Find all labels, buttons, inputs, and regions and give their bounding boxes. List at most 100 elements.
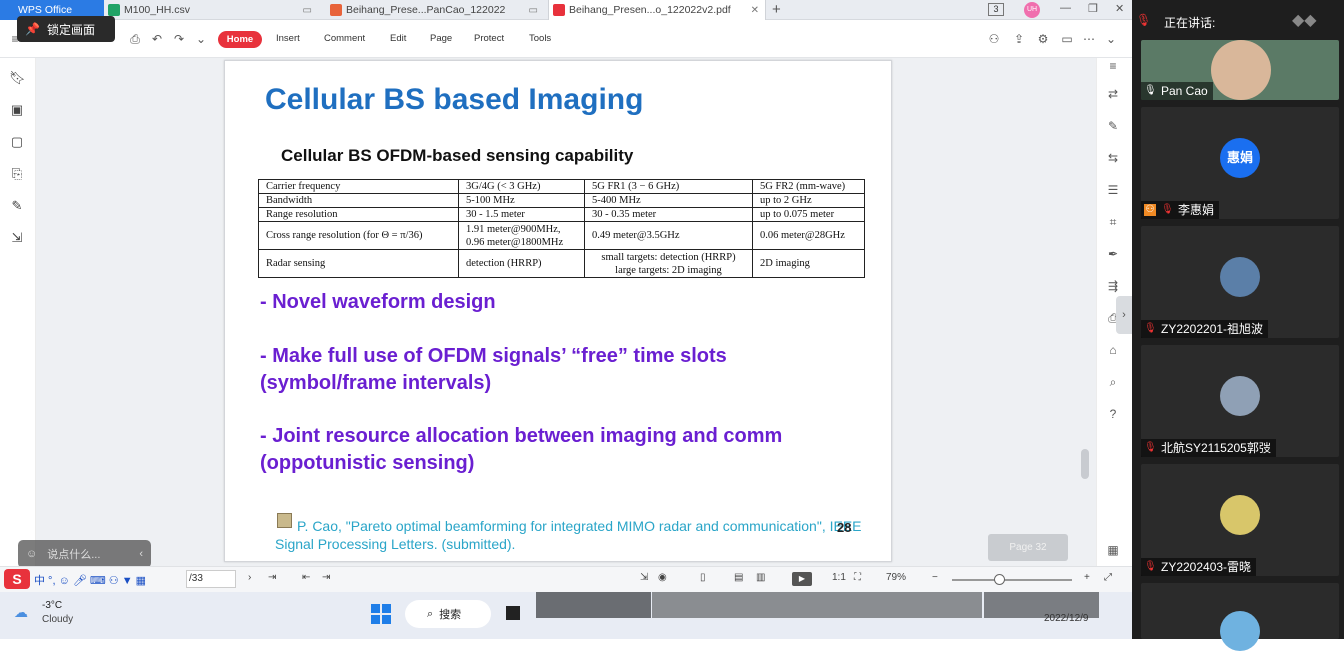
avatar: [1220, 495, 1260, 535]
undo-icon[interactable]: ↶: [150, 32, 164, 46]
bookmark-icon[interactable]: 🔖︎: [9, 70, 26, 86]
participant-tile[interactable]: 🎙︎ ZY2202201-祖旭波: [1141, 226, 1339, 338]
zoom-slider-thumb[interactable]: [994, 574, 1005, 585]
crop-icon[interactable]: ⌗: [1105, 214, 1121, 230]
windows-start-icon[interactable]: [371, 604, 391, 624]
sogou-ime-icon[interactable]: S: [4, 569, 30, 589]
collapse-ribbon-icon[interactable]: ⌄: [1104, 32, 1118, 46]
redo-icon[interactable]: ↷: [172, 32, 186, 46]
signature-icon[interactable]: ✎: [9, 198, 25, 214]
table-cell: 30 - 1.5 meter: [458, 207, 585, 222]
comment-icon[interactable]: ▭: [1060, 32, 1074, 46]
slide-subtitle: Cellular BS OFDM-based sensing capabilit…: [281, 146, 634, 165]
zoom-slider[interactable]: [952, 579, 1072, 581]
thumbnail-icon[interactable]: ▣: [9, 102, 25, 118]
edit-icon[interactable]: ✎: [1105, 118, 1121, 134]
table-row: Bandwidth 5-100 MHz 5-400 MHz up to 2 GH…: [258, 193, 865, 208]
convert-icon[interactable]: ⇆: [1105, 150, 1121, 166]
user-avatar[interactable]: UH: [1024, 2, 1040, 18]
tab-csv[interactable]: M100_HH.csv ▭: [104, 0, 318, 20]
participant-tile[interactable]: 🎙︎ 北航SY2115205郭弢: [1141, 345, 1339, 457]
mic-muted-icon: 🎙︎: [1144, 561, 1157, 572]
capability-table: Carrier frequency 3G/4G (< 3 GHz) 5G FR1…: [258, 179, 865, 278]
close-icon[interactable]: ✕: [751, 5, 759, 16]
table-cell: 1.91 meter@900MHz, 0.96 meter@1800MHz: [458, 221, 585, 250]
help-icon[interactable]: ?: [1105, 406, 1121, 422]
compare-icon[interactable]: ⇶: [1105, 278, 1121, 294]
mic-icon: 🎙︎: [1144, 85, 1157, 96]
search-icon[interactable]: ⌕: [1105, 374, 1121, 390]
chevron-right-icon[interactable]: ›: [1116, 296, 1132, 334]
annotation-icon[interactable]: ▢: [9, 134, 25, 150]
menu-icon[interactable]: ≡: [1105, 58, 1121, 74]
minimize-button[interactable]: —: [1060, 2, 1071, 14]
settings-icon[interactable]: ⚙: [1036, 32, 1050, 46]
next-page-icon[interactable]: ›: [248, 572, 251, 583]
add-user-icon[interactable]: ⚇: [987, 32, 1001, 46]
tab-pdf[interactable]: Beihang_Presen...o_122022v2.pdf ✕: [548, 0, 766, 20]
window-count-badge[interactable]: 3: [988, 3, 1004, 16]
emoji-icon[interactable]: ☺: [26, 548, 37, 560]
eye-icon[interactable]: ◉: [658, 572, 667, 583]
restore-button[interactable]: ❐: [1088, 2, 1098, 15]
vertical-scrollbar[interactable]: [1081, 449, 1089, 479]
app-blur: [652, 592, 982, 618]
two-page-icon[interactable]: ▥: [756, 572, 765, 583]
taskbar-search[interactable]: ⌕ 搜索: [405, 600, 491, 628]
tab-page[interactable]: Page: [430, 33, 452, 44]
print-icon[interactable]: ⎙: [128, 32, 142, 46]
single-page-icon[interactable]: ▯: [700, 572, 706, 583]
tab-presentation[interactable]: Beihang_Prese...PanCao_122022 ▭: [326, 0, 544, 20]
zoom-in-icon[interactable]: +: [1084, 572, 1090, 583]
grid-view-icon[interactable]: ◆◆: [1292, 10, 1317, 30]
tab-home[interactable]: Home: [218, 31, 262, 48]
mic-muted-icon[interactable]: 🎙︎: [1136, 13, 1151, 27]
last-page-icon[interactable]: ⇥: [268, 572, 276, 583]
next-section-icon[interactable]: ⇥: [322, 572, 330, 583]
participant-tile[interactable]: [1141, 583, 1339, 651]
ime-toolbar[interactable]: 中 °, ☺ 🎤︎ ⌨ ⚇ ▼ ▦: [34, 572, 146, 588]
export-icon[interactable]: ⇲: [640, 572, 648, 583]
share-icon[interactable]: ⇪: [1012, 32, 1026, 46]
pdf-to-word-icon[interactable]: ⇄: [1105, 86, 1121, 102]
chevron-left-icon[interactable]: ‹: [139, 548, 143, 560]
app-icon[interactable]: [506, 606, 520, 620]
participant-tile[interactable]: 🎙︎ ZY2202403-雷晓: [1141, 464, 1339, 576]
more-icon[interactable]: ⋯: [1082, 32, 1096, 46]
stamp-icon[interactable]: ✒: [1105, 246, 1121, 262]
zoom-out-icon[interactable]: −: [932, 572, 938, 583]
table-cell: small targets: detection (HRRP) large ta…: [584, 249, 753, 278]
chat-input[interactable]: ☺ 说点什么... ‹: [18, 540, 151, 568]
tab-edit[interactable]: Edit: [390, 33, 406, 44]
attachment-icon[interactable]: ⎘: [9, 166, 25, 182]
page-total-field[interactable]: /33: [186, 570, 236, 588]
continuous-icon[interactable]: ▤: [734, 572, 743, 583]
export-icon[interactable]: ⇲: [9, 230, 25, 246]
tab-comment[interactable]: Comment: [324, 33, 365, 44]
form-icon[interactable]: ☰: [1105, 182, 1121, 198]
zoom-level[interactable]: 79%: [876, 572, 916, 583]
close-window-button[interactable]: ✕: [1115, 2, 1124, 15]
actual-size-icon[interactable]: 1:1: [832, 572, 846, 583]
tab-insert[interactable]: Insert: [276, 33, 300, 44]
apps-icon[interactable]: ▦: [1105, 542, 1121, 558]
fit-page-icon[interactable]: ⛶: [854, 572, 861, 583]
play-icon[interactable]: ▶: [792, 572, 812, 586]
pdf-icon: [553, 4, 565, 16]
monitor-icon: ▭: [528, 4, 538, 16]
lock-screen-button[interactable]: 📌 锁定画面: [17, 16, 115, 42]
participant-tile[interactable]: 惠娟 ⚇ 🎙︎ 李惠娟: [1141, 107, 1339, 219]
chevron-down-icon[interactable]: ⌄: [194, 32, 208, 46]
prev-section-icon[interactable]: ⇤: [302, 572, 310, 583]
translate-icon[interactable]: ⌂: [1105, 342, 1121, 358]
tab-tools[interactable]: Tools: [529, 33, 551, 44]
spreadsheet-icon: [108, 4, 120, 16]
participant-tile[interactable]: 🎙︎ Pan Cao: [1141, 40, 1339, 100]
bullet-item: - Novel waveform design: [260, 291, 496, 313]
meeting-panel: 🎙︎ 正在讲话: ◆◆ 🎙︎ Pan Cao 惠娟 ⚇ 🎙︎ 李惠娟 🎙︎ ZY2202…: [1132, 0, 1344, 651]
status-bar: S 中 °, ☺ 🎤︎ ⌨ ⚇ ▼ ▦ /33 › ⇥ ⇤ ⇥ ⇲ ◉ ▯ ▤ …: [0, 566, 1132, 592]
tab-protect[interactable]: Protect: [474, 33, 504, 44]
participant-name: ZY2202201-祖旭波: [1161, 322, 1264, 336]
new-tab-button[interactable]: +: [772, 1, 781, 18]
fullscreen-icon[interactable]: ⤢: [1104, 572, 1112, 583]
